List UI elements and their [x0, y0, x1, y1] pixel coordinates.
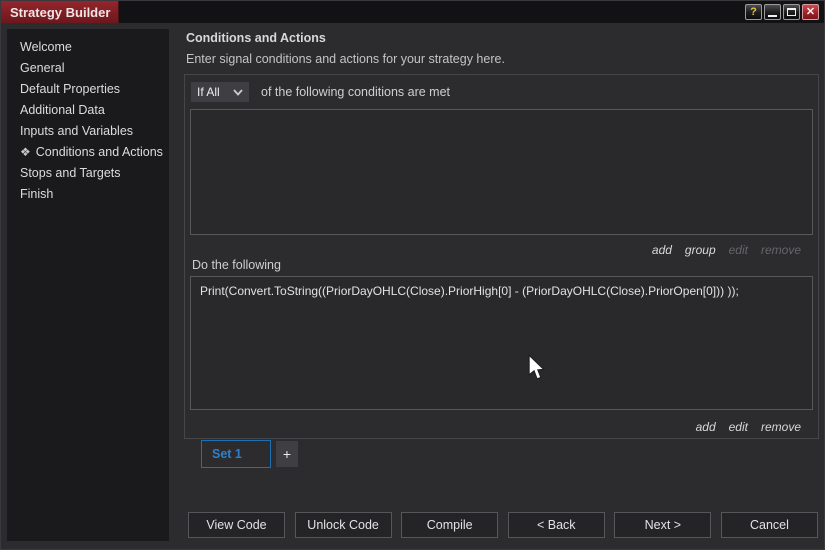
sidebar-item-finish[interactable]: Finish	[7, 184, 169, 205]
actions-edit-link[interactable]: edit	[729, 420, 748, 434]
maximize-button[interactable]	[783, 4, 800, 20]
conditions-list[interactable]	[190, 109, 813, 235]
actions-section-label: Do the following	[192, 258, 281, 272]
tab-set-1[interactable]: Set 1	[201, 440, 271, 468]
conditions-add-link[interactable]: add	[652, 243, 672, 257]
sidebar-item-label: Stops and Targets	[20, 166, 121, 180]
condition-logic-dropdown[interactable]: If All	[191, 82, 249, 102]
plus-icon: +	[282, 446, 292, 462]
conditions-group-link[interactable]: group	[685, 243, 716, 257]
conditions-actions-panel: If All of the following conditions are m…	[184, 74, 819, 439]
sidebar-item-label: Inputs and Variables	[20, 124, 134, 138]
actions-list[interactable]: Print(Convert.ToString((PriorDayOHLC(Clo…	[190, 276, 813, 410]
minimize-icon	[768, 15, 777, 17]
sidebar-item-label: Finish	[20, 187, 54, 201]
sidebar-item-additional-data[interactable]: Additional Data	[7, 100, 169, 121]
help-icon: ?	[750, 5, 757, 18]
current-step-diamond-icon: ❖	[20, 145, 31, 159]
wizard-steps-sidebar: Welcome General Default Properties Addit…	[7, 29, 169, 541]
conditions-remove-link: remove	[760, 243, 801, 257]
window-title: Strategy Builder	[1, 1, 119, 23]
unlock-code-button[interactable]: Unlock Code	[294, 512, 392, 538]
sidebar-item-label: Conditions and Actions	[35, 145, 163, 159]
tab-set-1-label: Set 1	[212, 447, 242, 461]
maximize-icon	[787, 8, 796, 16]
sidebar-item-welcome[interactable]: Welcome	[7, 37, 169, 58]
sidebar-item-stops-and-targets[interactable]: Stops and Targets	[7, 163, 169, 184]
conditions-link-row: add group edit remove	[652, 243, 801, 257]
condition-logic-caption: of the following conditions are met	[261, 85, 450, 99]
page-description: Enter signal conditions and actions for …	[186, 52, 505, 66]
sidebar-item-label: Additional Data	[20, 103, 105, 117]
help-button[interactable]: ?	[745, 4, 762, 20]
actions-add-link[interactable]: add	[696, 420, 716, 434]
chevron-down-icon	[233, 88, 243, 96]
back-button[interactable]: < Back	[507, 512, 605, 538]
action-list-item[interactable]: Print(Convert.ToString((PriorDayOHLC(Clo…	[191, 277, 812, 305]
window-controls: ? ✕	[745, 4, 819, 20]
footer-button-bar: View Code Unlock Code Compile < Back Nex…	[188, 512, 818, 538]
next-button[interactable]: Next >	[614, 512, 712, 538]
close-icon: ✕	[805, 5, 816, 18]
condition-logic-value: If All	[197, 85, 220, 99]
title-bar: Strategy Builder ? ✕	[1, 1, 824, 23]
sidebar-item-label: Welcome	[20, 40, 72, 54]
sidebar-item-conditions-and-actions[interactable]: ❖ Conditions and Actions	[7, 142, 169, 163]
actions-link-row: add edit remove	[696, 420, 801, 434]
sidebar-item-inputs-and-variables[interactable]: Inputs and Variables	[7, 121, 169, 142]
sidebar-item-label: Default Properties	[20, 82, 121, 96]
add-set-button[interactable]: +	[276, 441, 298, 467]
compile-button[interactable]: Compile	[401, 512, 499, 538]
actions-remove-link[interactable]: remove	[761, 420, 801, 434]
conditions-edit-link: edit	[728, 243, 748, 257]
page-title: Conditions and Actions	[186, 31, 326, 45]
close-button[interactable]: ✕	[802, 4, 819, 20]
minimize-button[interactable]	[764, 4, 781, 20]
strategy-builder-window: Strategy Builder ? ✕ Welcome General Def…	[0, 0, 825, 550]
sidebar-item-general[interactable]: General	[7, 58, 169, 79]
view-code-button[interactable]: View Code	[188, 512, 285, 538]
sidebar-item-label: General	[20, 61, 65, 75]
cancel-button[interactable]: Cancel	[720, 512, 818, 538]
sidebar-item-default-properties[interactable]: Default Properties	[7, 79, 169, 100]
